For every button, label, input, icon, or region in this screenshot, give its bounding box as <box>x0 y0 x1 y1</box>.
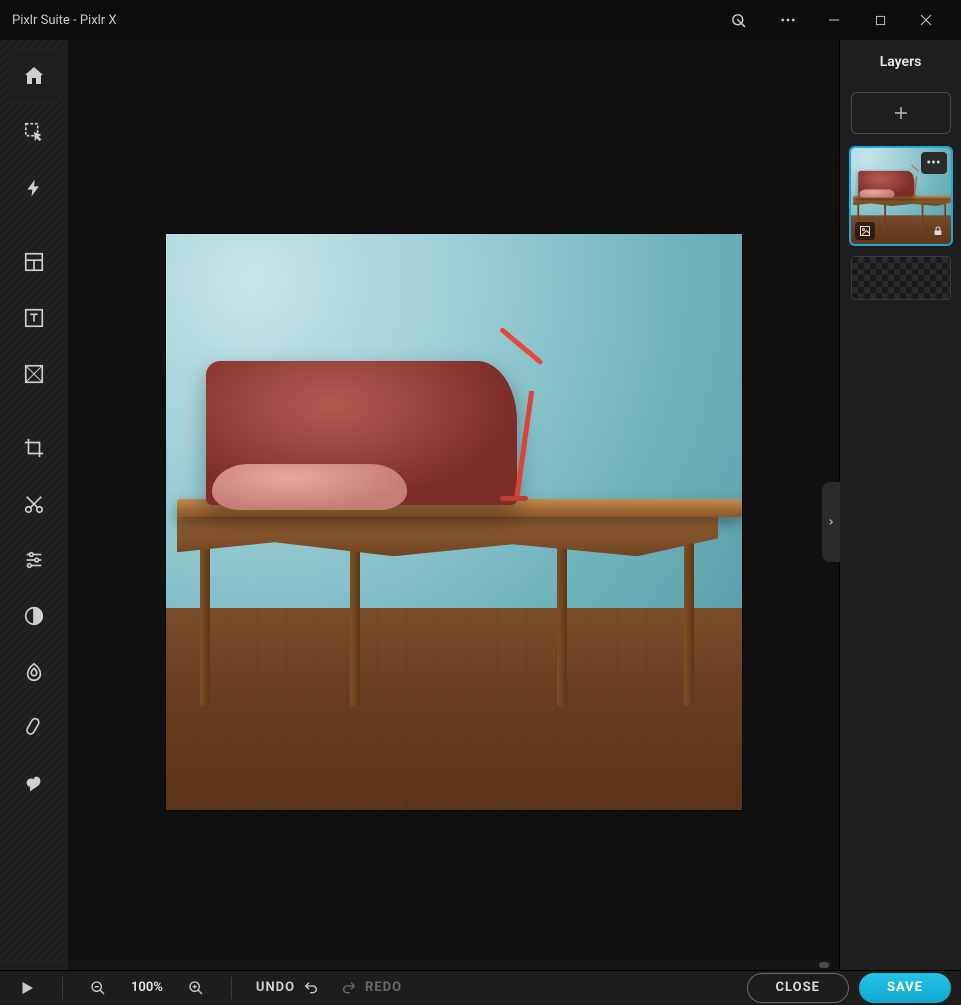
tool-arrange[interactable] <box>10 108 58 156</box>
tool-cutout[interactable] <box>10 480 58 528</box>
save-button[interactable]: SAVE <box>859 973 951 1003</box>
tool-rail <box>0 40 68 1004</box>
app-body: 512 x 512 px @ 100% Layers ••• <box>0 40 961 1004</box>
layer-lock-icon[interactable] <box>929 222 947 240</box>
panel-collapse-handle[interactable] <box>822 482 840 562</box>
titlebar-more-icon[interactable] <box>765 0 811 40</box>
tool-layout[interactable] <box>10 238 58 286</box>
layer-item-selected[interactable]: ••• <box>851 148 951 244</box>
tool-ai[interactable] <box>10 164 58 212</box>
redo-label: REDO <box>365 980 402 995</box>
layers-panel-title: Layers <box>840 40 961 84</box>
tool-liquify[interactable] <box>10 648 58 696</box>
zoom-in-icon[interactable] <box>179 971 213 1005</box>
horizontal-scrollbar[interactable] <box>68 960 831 970</box>
add-layer-button[interactable] <box>851 92 951 134</box>
layers-panel: Layers ••• <box>839 40 961 1004</box>
close-button[interactable]: CLOSE <box>747 973 849 1003</box>
window-title: Pixlr Suite - Pixlr X <box>12 13 715 28</box>
tool-retouch[interactable] <box>10 704 58 752</box>
canvas-area: 512 x 512 px @ 100% <box>68 40 839 1004</box>
tool-text[interactable] <box>10 294 58 342</box>
tool-draw[interactable] <box>10 760 58 808</box>
window-maximize-icon[interactable] <box>857 0 903 40</box>
layer-type-image-icon <box>855 222 875 240</box>
tool-filter[interactable] <box>10 592 58 640</box>
undo-button[interactable]: UNDO <box>250 980 325 996</box>
titlebar-search-icon[interactable] <box>715 0 761 40</box>
zoom-out-icon[interactable] <box>81 971 115 1005</box>
window-close-icon[interactable] <box>903 0 949 40</box>
window-minimize-icon[interactable] <box>811 0 857 40</box>
canvas-image[interactable] <box>166 234 742 810</box>
layer-menu-icon[interactable]: ••• <box>921 152 947 174</box>
tool-adjust[interactable] <box>10 536 58 584</box>
tool-crop[interactable] <box>10 424 58 472</box>
bottom-bar: 100% UNDO REDO CLOSE SAVE <box>0 970 961 1004</box>
redo-button[interactable]: REDO <box>335 980 408 996</box>
zoom-level-label[interactable]: 100% <box>125 980 169 995</box>
titlebar: Pixlr Suite - Pixlr X <box>0 0 961 40</box>
canvas-viewport[interactable]: 512 x 512 px @ 100% <box>68 40 839 1004</box>
animate-play-icon[interactable] <box>10 971 44 1005</box>
home-button[interactable] <box>10 52 58 100</box>
layer-item-background[interactable] <box>851 256 951 300</box>
tool-element[interactable] <box>10 350 58 398</box>
undo-label: UNDO <box>256 980 295 995</box>
